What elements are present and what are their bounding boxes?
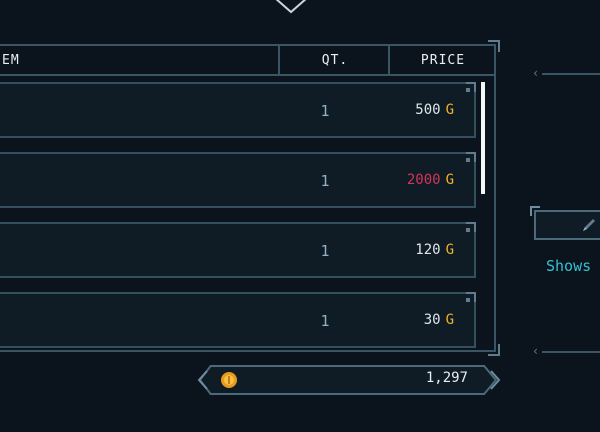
header-qty: QT. <box>278 46 390 74</box>
arrow-left-icon: ‹ <box>532 344 540 358</box>
frame-corner <box>488 344 500 356</box>
row-qty: 1 <box>320 102 330 120</box>
header-item: EM <box>2 53 20 68</box>
row-qty: 1 <box>320 312 330 330</box>
gold-currency: G <box>445 102 454 118</box>
gold-currency: G <box>445 172 454 188</box>
scrollbar-thumb[interactable] <box>481 82 485 194</box>
hint-label: Shows <box>546 257 592 275</box>
row-price: 30 G <box>424 312 454 328</box>
pencil-icon <box>583 219 595 231</box>
row-qty: 1 <box>320 242 330 260</box>
gold-currency: G <box>445 242 454 258</box>
row-price: 120 G <box>415 242 454 258</box>
shop-row[interactable]: 1 500 G <box>0 82 476 138</box>
top-notch-decoration <box>275 0 307 14</box>
price-value: 30 <box>423 312 441 328</box>
side-connector-line <box>542 351 600 353</box>
wallet-balance: 1,297 <box>425 370 468 386</box>
price-value: 500 <box>415 102 441 118</box>
hint-button[interactable] <box>530 206 600 240</box>
shop-row[interactable]: 1 2000 G <box>0 152 476 208</box>
shop-row[interactable]: 1 30 G <box>0 292 476 348</box>
row-price: 500 G <box>415 102 454 118</box>
header-price: PRICE <box>388 46 496 74</box>
row-price: 2000 G <box>407 172 454 188</box>
table-header: EM QT. PRICE <box>0 46 494 76</box>
gold-coin-icon <box>221 372 237 388</box>
row-qty: 1 <box>320 172 330 190</box>
price-value: 2000 <box>406 172 441 188</box>
frame-corner <box>530 206 540 216</box>
arrow-left-icon: ‹ <box>532 66 540 80</box>
wallet: 1,297 <box>200 365 500 395</box>
side-connector-line <box>542 73 600 75</box>
gold-currency: G <box>445 312 454 328</box>
price-value: 120 <box>415 242 441 258</box>
shop-row[interactable]: 1 120 G <box>0 222 476 278</box>
